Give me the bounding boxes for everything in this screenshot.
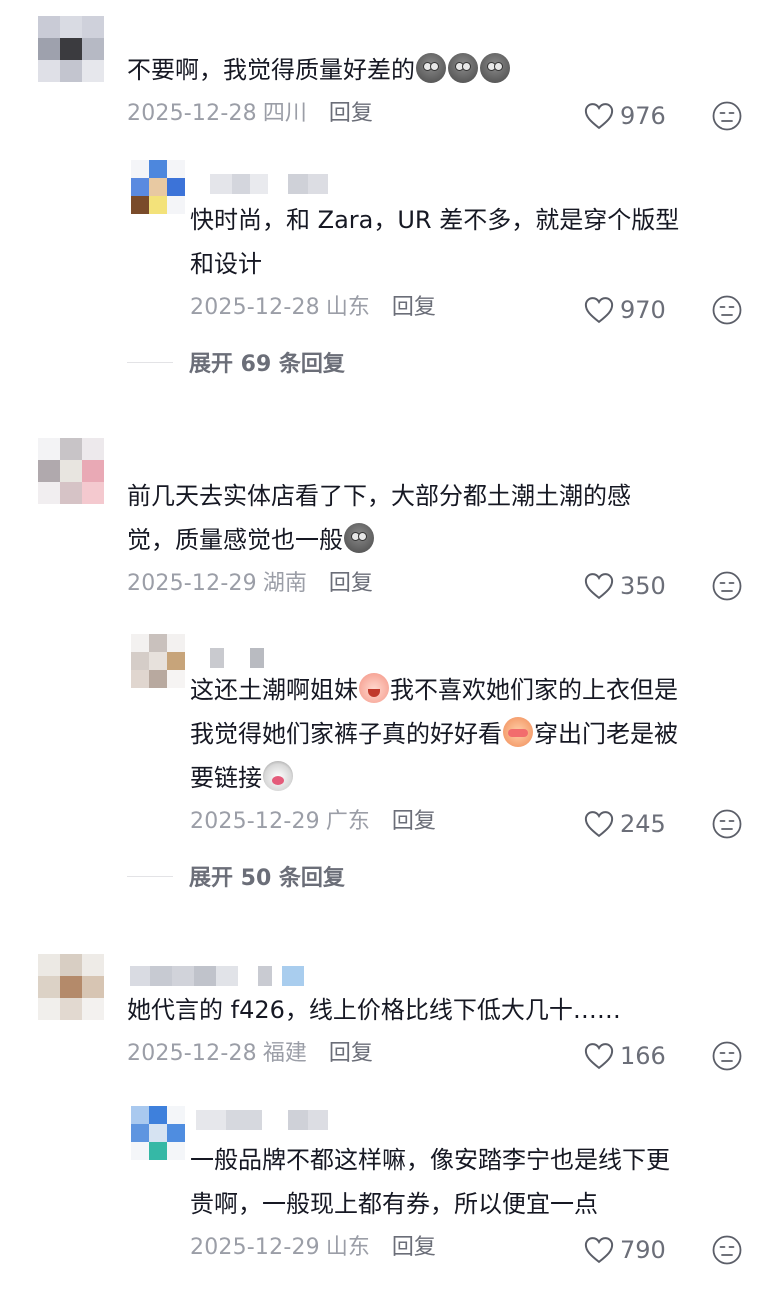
dog-emoji xyxy=(263,761,293,791)
comment-text: 前几天去实体店看了下，大部分都土潮土潮的感 觉，质量感觉也一般 xyxy=(127,482,631,554)
like-count: 166 xyxy=(620,1042,666,1070)
heart-icon xyxy=(584,811,614,838)
comment-location: 福建 xyxy=(262,1041,307,1066)
username-blurred[interactable] xyxy=(210,648,270,668)
username-blurred[interactable] xyxy=(130,966,304,986)
like-count: 970 xyxy=(620,296,666,324)
reply-button[interactable]: 回复 xyxy=(329,1041,373,1066)
grey-face-emoji xyxy=(448,53,478,83)
reply-text: 这还土潮啊姐妹 我不喜欢她们家的上衣但是 我觉得她们家裤子真的好好看 穿出门老是被 … xyxy=(190,668,678,800)
expand-replies-button[interactable]: 展开 69 条回复 xyxy=(127,346,345,378)
avatar[interactable] xyxy=(131,160,185,214)
reply-location: 山东 xyxy=(325,1235,370,1260)
comment-meta: 2025-12-28 福建 回复 xyxy=(127,1038,373,1070)
reply-date: 2025-12-29 xyxy=(190,1235,320,1260)
username-blurred[interactable] xyxy=(196,1110,330,1130)
heart-icon xyxy=(584,1043,614,1070)
username-blurred[interactable] xyxy=(210,174,330,194)
dislike-icon[interactable] xyxy=(711,1040,743,1072)
comment-location: 湖南 xyxy=(262,571,307,596)
grey-face-emoji xyxy=(416,53,446,83)
shy-emoji xyxy=(503,717,533,747)
reply-location: 广东 xyxy=(325,809,370,834)
like-count: 790 xyxy=(620,1236,666,1264)
reply-text: 一般品牌不都这样嘛，像安踏李宁也是线下更 贵啊，一般现上都有券，所以便宜一点 xyxy=(190,1146,670,1218)
expand-replies-label: 展开 50 条回复 xyxy=(189,866,345,891)
reply-date: 2025-12-28 xyxy=(190,295,320,320)
reply-date: 2025-12-29 xyxy=(190,809,320,834)
heart-icon xyxy=(584,1237,614,1264)
avatar[interactable] xyxy=(38,16,104,82)
reply-meta: 2025-12-28 山东 回复 xyxy=(190,292,436,324)
comment-date: 2025-12-29 xyxy=(127,571,257,596)
like-button[interactable]: 790 xyxy=(584,1234,666,1266)
expand-replies-label: 展开 69 条回复 xyxy=(189,352,345,377)
avatar[interactable] xyxy=(38,954,104,1020)
comment-date: 2025-12-28 xyxy=(127,101,257,126)
heart-icon xyxy=(584,297,614,324)
like-button[interactable]: 166 xyxy=(584,1040,666,1072)
reply-button[interactable]: 回复 xyxy=(392,809,436,834)
comment-location: 四川 xyxy=(262,101,307,126)
like-count: 245 xyxy=(620,810,666,838)
avatar[interactable] xyxy=(131,634,185,688)
reply-meta: 2025-12-29 山东 回复 xyxy=(190,1232,436,1264)
like-button[interactable]: 976 xyxy=(584,100,666,132)
reply-button[interactable]: 回复 xyxy=(392,295,436,320)
like-button[interactable]: 245 xyxy=(584,808,666,840)
grey-face-emoji xyxy=(344,523,374,553)
comment-meta: 2025-12-29 湖南 回复 xyxy=(127,568,373,600)
dislike-icon[interactable] xyxy=(711,100,743,132)
like-button[interactable]: 350 xyxy=(584,570,666,602)
dislike-icon[interactable] xyxy=(711,1234,743,1266)
heart-icon xyxy=(584,103,614,130)
crying-emoji xyxy=(359,673,389,703)
comment-meta: 2025-12-28 四川 回复 xyxy=(127,98,373,130)
dislike-icon[interactable] xyxy=(711,808,743,840)
reply-button[interactable]: 回复 xyxy=(392,1235,436,1260)
like-button[interactable]: 970 xyxy=(584,294,666,326)
heart-icon xyxy=(584,573,614,600)
reply-text: 快时尚，和 Zara，UR 差不多，就是穿个版型 和设计 xyxy=(190,206,680,278)
avatar[interactable] xyxy=(38,438,104,504)
grey-face-emoji xyxy=(480,53,510,83)
like-count: 350 xyxy=(620,572,666,600)
reply-button[interactable]: 回复 xyxy=(329,571,373,596)
comment-text: 不要啊，我觉得质量好差的 xyxy=(127,48,511,92)
like-count: 976 xyxy=(620,102,666,130)
reply-location: 山东 xyxy=(325,295,370,320)
dislike-icon[interactable] xyxy=(711,570,743,602)
dislike-icon[interactable] xyxy=(711,294,743,326)
reply-button[interactable]: 回复 xyxy=(329,101,373,126)
divider xyxy=(127,361,173,363)
expand-replies-button[interactable]: 展开 50 条回复 xyxy=(127,860,345,892)
comment-date: 2025-12-28 xyxy=(127,1041,257,1066)
comment-text: 她代言的 f426，线上价格比线下低大几十…… xyxy=(127,996,621,1024)
avatar[interactable] xyxy=(131,1106,185,1160)
divider xyxy=(127,875,173,877)
reply-meta: 2025-12-29 广东 回复 xyxy=(190,806,436,838)
